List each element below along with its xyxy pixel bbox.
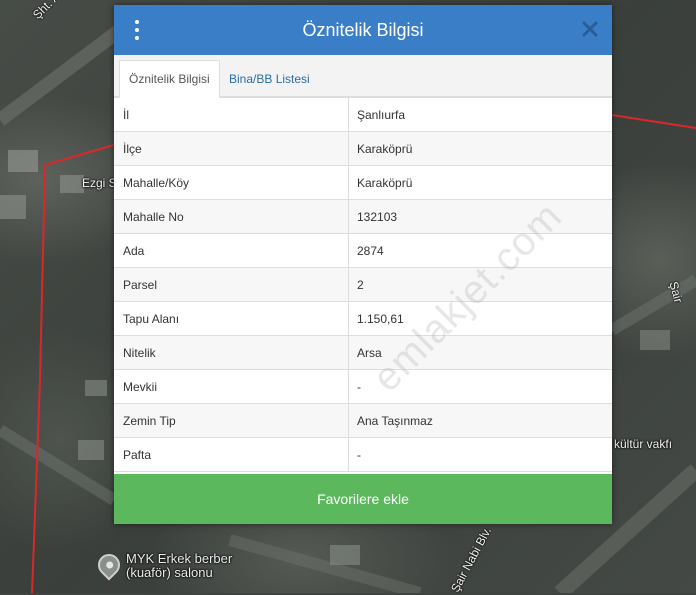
table-row: Ada 2874 xyxy=(114,234,612,268)
dialog-header: Öznitelik Bilgisi xyxy=(114,5,612,55)
table-row: Tapu Alanı 1.150,61 xyxy=(114,302,612,336)
attribute-value: - xyxy=(357,447,361,462)
table-row: Zemin Tip Ana Taşınmaz xyxy=(114,404,612,438)
attribute-info-dialog: Öznitelik Bilgisi Öznitelik Bilgisi Bina… xyxy=(114,5,612,524)
attribute-key: Zemin Tip xyxy=(114,404,349,437)
parcel-outline-left xyxy=(31,164,46,593)
attribute-value: 132103 xyxy=(357,209,398,224)
table-row: Mahalle/Köy Karaköprü xyxy=(114,166,612,200)
attribute-key: Mevkii xyxy=(114,370,349,403)
attribute-value: Karaköprü xyxy=(357,141,413,156)
attribute-value: 1.150,61 xyxy=(357,311,404,326)
attribute-value: 2 xyxy=(357,277,364,292)
table-row: Parsel 2 xyxy=(114,268,612,302)
attribute-key: İlçe xyxy=(114,132,349,165)
tab-bar: Öznitelik Bilgisi Bina/BB Listesi xyxy=(114,55,612,98)
map-pin-icon xyxy=(93,549,125,581)
attribute-key: Nitelik xyxy=(114,336,349,369)
attribute-key: Mahalle No xyxy=(114,200,349,233)
table-row: Nitelik Arsa xyxy=(114,336,612,370)
table-row: Mevkii - xyxy=(114,370,612,404)
attribute-value: 2874 xyxy=(357,243,384,258)
table-row: Mahalle No 132103 xyxy=(114,200,612,234)
poi-label: MYK Erkek berber (kuaför) salonu xyxy=(126,551,233,580)
attribute-key: Mahalle/Köy xyxy=(114,166,349,199)
attribute-value: Karaköprü xyxy=(357,175,413,190)
attribute-key: Tapu Alanı xyxy=(114,302,349,335)
add-to-favorites-button[interactable]: Favorilere ekle xyxy=(114,474,612,524)
table-row: Pafta - xyxy=(114,438,612,472)
table-row: İl Şanlıurfa xyxy=(114,98,612,132)
dialog-title: Öznitelik Bilgisi xyxy=(302,19,424,40)
tab-building-list[interactable]: Bina/BB Listesi xyxy=(220,60,319,97)
place-label: n kültür vakfı xyxy=(604,437,673,451)
table-row: İlçe Karaköprü xyxy=(114,132,612,166)
parcel-outline-right xyxy=(611,114,696,129)
attribute-key: Pafta xyxy=(114,438,349,471)
attribute-value: Ana Taşınmaz xyxy=(357,413,433,428)
street-label: Ezgi S xyxy=(82,176,117,190)
tab-attribute-info[interactable]: Öznitelik Bilgisi xyxy=(119,60,220,98)
attribute-key: İl xyxy=(114,98,349,131)
close-icon[interactable] xyxy=(580,19,600,39)
attribute-value: Arsa xyxy=(357,345,382,360)
attribute-key: Ada xyxy=(114,234,349,267)
attribute-table: İl Şanlıurfa İlçe Karaköprü Mahalle/Köy Karak… xyxy=(114,97,612,472)
poi-marker[interactable]: MYK Erkek berber (kuaför) salonu xyxy=(93,549,233,581)
attribute-value: - xyxy=(357,379,361,394)
attribute-value: Şanlıurfa xyxy=(357,107,406,122)
kebab-menu-icon[interactable] xyxy=(130,20,144,40)
attribute-key: Parsel xyxy=(114,268,349,301)
